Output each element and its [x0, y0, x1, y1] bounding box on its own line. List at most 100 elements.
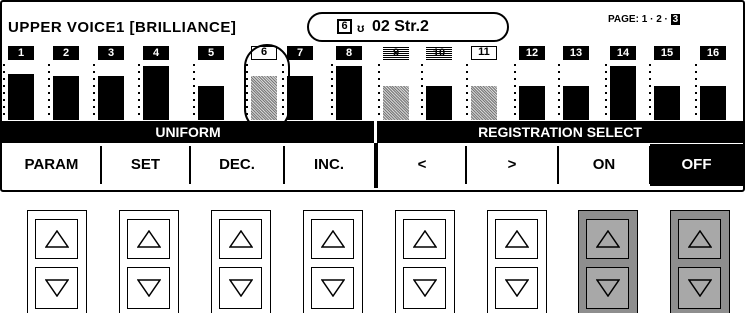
hardware-button-pair-6 [487, 210, 547, 313]
page-1: 1 [641, 14, 648, 25]
hardware-button-pair-7 [578, 210, 638, 313]
channel-13-number: 13 [563, 46, 589, 60]
registration-select-label: REGISTRATION SELECT [478, 124, 642, 140]
channel-2-scale [48, 64, 50, 120]
channel-5-slider[interactable] [198, 64, 224, 120]
hardware-down-button-6[interactable] [495, 267, 538, 309]
channel-9-slider[interactable] [383, 64, 409, 120]
triangle-down-icon [136, 279, 161, 297]
hardware-down-button-2[interactable] [127, 267, 170, 309]
triangle-up-icon [136, 230, 161, 248]
hardware-down-button-1[interactable] [35, 267, 78, 309]
hardware-button-pair-4 [303, 210, 363, 313]
hardware-button-pair-8 [670, 210, 730, 313]
channel-16-level-bar [700, 86, 726, 120]
channel-8-scale [331, 64, 333, 120]
channel-12-scale [514, 64, 516, 120]
on-button[interactable]: ON [558, 144, 650, 186]
channel-4-slider[interactable] [143, 64, 169, 120]
triangle-up-icon [44, 230, 69, 248]
page-3-current: 3 [670, 14, 681, 25]
channel-8-level-bar [336, 66, 362, 120]
triangle-down-icon [595, 279, 620, 297]
soft-button-divider [557, 146, 559, 184]
lcd-display: UPPER VOICE1 [BRILLIANCE] 6 ʊ 02 Str.2 P… [0, 0, 745, 192]
prev-button[interactable]: < [378, 144, 466, 186]
hardware-button-pair-3 [211, 210, 271, 313]
channel-14-slider[interactable] [610, 64, 636, 120]
channel-16-scale [695, 64, 697, 120]
triangle-up-icon [412, 230, 437, 248]
hardware-button-pair-2 [119, 210, 179, 313]
channel-10-scale [421, 64, 423, 120]
hardware-up-button-2[interactable] [127, 219, 170, 259]
triangle-down-icon [228, 279, 253, 297]
page-title: UPPER VOICE1 [BRILLIANCE] [8, 19, 237, 36]
page-indicator: PAGE: 1 · 2 · 3 [608, 14, 681, 25]
triangle-down-icon [320, 279, 345, 297]
off-button[interactable]: OFF [650, 144, 743, 186]
channel-3-level-bar [98, 76, 124, 120]
hardware-up-button-6[interactable] [495, 219, 538, 259]
hardware-down-button-3[interactable] [219, 267, 262, 309]
hardware-up-button-7[interactable] [586, 219, 629, 259]
channel-12-slider[interactable] [519, 64, 545, 120]
channel-1-slider[interactable] [8, 64, 34, 120]
hardware-up-button-4[interactable] [311, 219, 354, 259]
soft-button-divider [283, 146, 285, 184]
channel-2-level-bar [53, 76, 79, 120]
inc-button[interactable]: INC. [284, 144, 374, 186]
channel-3-number: 3 [98, 46, 124, 60]
hardware-up-button-8[interactable] [678, 219, 721, 259]
voice-icon: ʊ [357, 21, 365, 35]
hardware-up-button-3[interactable] [219, 219, 262, 259]
channel-16-slider[interactable] [700, 64, 726, 120]
channel-11-scale [466, 64, 468, 120]
hardware-down-button-5[interactable] [403, 267, 446, 309]
dec-button[interactable]: DEC. [190, 144, 284, 186]
channel-1-level-bar [8, 74, 34, 120]
hardware-up-button-1[interactable] [35, 219, 78, 259]
hardware-button-pair-1 [27, 210, 87, 313]
soft-button-divider [465, 146, 467, 184]
triangle-up-icon [320, 230, 345, 248]
hardware-up-button-5[interactable] [403, 219, 446, 259]
channel-1-scale [3, 64, 5, 120]
uniform-label: UNIFORM [155, 124, 221, 140]
soft-button-divider [100, 146, 102, 184]
channel-1-number: 1 [8, 46, 34, 60]
triangle-down-icon [504, 279, 529, 297]
next-button[interactable]: > [466, 144, 558, 186]
hardware-down-button-7[interactable] [586, 267, 629, 309]
hardware-down-button-4[interactable] [311, 267, 354, 309]
channel-2-slider[interactable] [53, 64, 79, 120]
channel-9-scale [378, 64, 380, 120]
channel-7-number: 7 [287, 46, 313, 60]
channel-15-number: 15 [654, 46, 680, 60]
set-button[interactable]: SET [101, 144, 190, 186]
voice-name: 02 Str.2 [372, 18, 429, 35]
param-button[interactable]: PARAM [2, 144, 101, 186]
hardware-down-button-8[interactable] [678, 267, 721, 309]
hardware-button-pair-5 [395, 210, 455, 313]
page-sep: · [664, 14, 668, 25]
channel-15-level-bar [654, 86, 680, 120]
channel-16-number: 16 [700, 46, 726, 60]
channel-3-slider[interactable] [98, 64, 124, 120]
channel-8-slider[interactable] [336, 64, 362, 120]
triangle-down-icon [412, 279, 437, 297]
channel-7-slider[interactable] [287, 64, 313, 120]
channel-10-slider[interactable] [426, 64, 452, 120]
channel-15-slider[interactable] [654, 64, 680, 120]
page-2: 2 [656, 14, 662, 25]
channel-11-slider[interactable] [471, 64, 497, 120]
channel-2-number: 2 [53, 46, 79, 60]
triangle-up-icon [228, 230, 253, 248]
channel-5-number: 5 [198, 46, 224, 60]
channel-13-slider[interactable] [563, 64, 589, 120]
channel-11-number: 11 [471, 46, 497, 60]
soft-row-divider [374, 143, 378, 188]
channel-5-scale [193, 64, 195, 120]
soft-button-divider [649, 146, 651, 184]
channel-6-highlight [244, 44, 290, 132]
